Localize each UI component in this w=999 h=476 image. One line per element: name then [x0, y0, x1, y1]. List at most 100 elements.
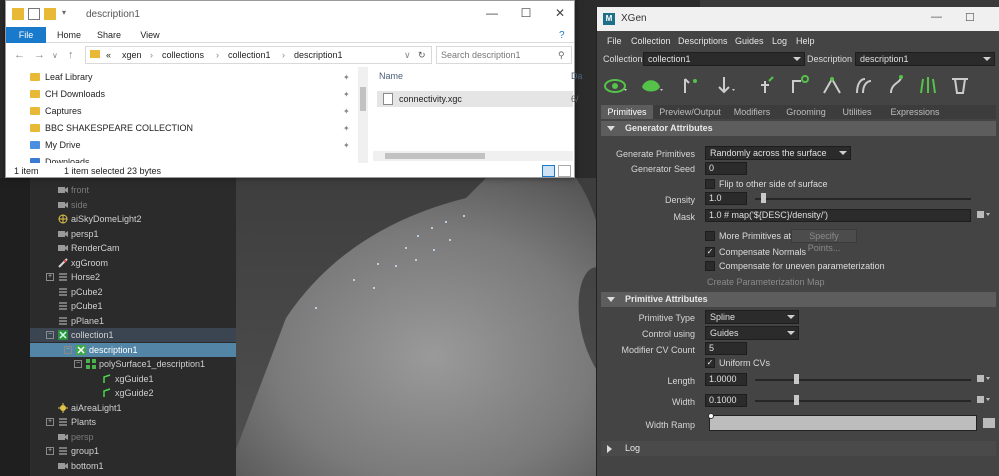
- pin-icon[interactable]: ✦: [343, 86, 350, 103]
- pin-icon[interactable]: ✦: [343, 120, 350, 137]
- grow-guides-icon[interactable]: [915, 73, 941, 99]
- outliner-item[interactable]: pPlane1: [30, 314, 236, 328]
- nav-item[interactable]: Downloads: [30, 154, 360, 163]
- outliner-item[interactable]: xgGuide2: [30, 386, 236, 400]
- modifier-cv-count-field[interactable]: 5: [705, 342, 747, 355]
- tab-grooming[interactable]: Grooming: [783, 105, 829, 119]
- outliner-item[interactable]: persp1: [30, 227, 236, 241]
- more-primitives-checkbox[interactable]: [705, 231, 715, 241]
- column-name-header[interactable]: Name: [379, 71, 403, 81]
- refresh-icon[interactable]: ↻: [418, 47, 426, 63]
- tab-preview-output[interactable]: Preview/Output: [657, 105, 723, 119]
- outliner-item[interactable]: + group1: [30, 444, 236, 458]
- menu-help[interactable]: Help: [796, 36, 815, 46]
- path-overflow[interactable]: «: [106, 47, 111, 63]
- collapse-icon[interactable]: −: [46, 331, 54, 339]
- width-field[interactable]: 0.1000: [705, 394, 747, 407]
- create-parameterization-map-button[interactable]: Create Parameterization Map: [707, 277, 825, 287]
- nav-item[interactable]: BBC SHAKESPEARE COLLECTION ✦: [30, 120, 360, 137]
- outliner-item[interactable]: front: [30, 183, 236, 197]
- width-slider-knob[interactable]: [794, 395, 799, 405]
- minimize-icon[interactable]: —: [931, 11, 942, 23]
- address-dropdown-icon[interactable]: ∨: [404, 47, 411, 63]
- outliner-item[interactable]: aiAreaLight1: [30, 401, 236, 415]
- menu-descriptions[interactable]: Descriptions: [678, 36, 728, 46]
- tab-utilities[interactable]: Utilities: [837, 105, 877, 119]
- guide-tool-icon[interactable]: [787, 73, 813, 99]
- maximize-icon[interactable]: ☐: [965, 11, 975, 24]
- properties-icon[interactable]: [28, 8, 40, 20]
- primitive-attributes-header[interactable]: Primitive Attributes: [601, 292, 996, 307]
- length-slider[interactable]: [755, 379, 971, 381]
- outliner-item[interactable]: RenderCam: [30, 241, 236, 255]
- specify-points-button[interactable]: Specify Points...: [791, 229, 857, 253]
- outliner-item[interactable]: xgGroom: [30, 256, 236, 270]
- map-options-icon[interactable]: [977, 210, 991, 220]
- primitive-type-dropdown[interactable]: Spline: [705, 310, 799, 324]
- maximize-icon[interactable]: ☐: [518, 6, 534, 20]
- expand-icon[interactable]: +: [46, 447, 54, 455]
- menu-file[interactable]: File: [607, 36, 622, 46]
- collapse-icon[interactable]: −: [74, 360, 82, 368]
- breadcrumb-description1[interactable]: description1: [294, 47, 343, 63]
- flip-side-checkbox[interactable]: [705, 179, 715, 189]
- ribbon-tab-view[interactable]: View: [138, 27, 162, 43]
- outliner-item[interactable]: + Plants: [30, 415, 236, 429]
- pin-icon[interactable]: ✦: [343, 103, 350, 120]
- generate-primitives-dropdown[interactable]: Randomly across the surface: [705, 146, 851, 160]
- expand-icon[interactable]: +: [46, 418, 54, 426]
- ribbon-tab-share[interactable]: Share: [96, 27, 122, 43]
- collapse-icon[interactable]: −: [64, 345, 72, 354]
- search-input[interactable]: Search description1: [436, 46, 572, 64]
- tab-primitives[interactable]: Primitives: [601, 105, 653, 119]
- outliner-item[interactable]: persp: [30, 430, 236, 444]
- width-ramp-widget[interactable]: [708, 413, 977, 431]
- control-using-dropdown[interactable]: Guides: [705, 326, 799, 340]
- mask-field[interactable]: 1.0 # map('${DESC}/density/'): [705, 209, 971, 222]
- file-list-hscrollbar[interactable]: [373, 151, 573, 161]
- nav-item[interactable]: Leaf Library ✦: [30, 69, 360, 86]
- outliner-item[interactable]: pCube1: [30, 299, 236, 313]
- collection-dropdown[interactable]: collection1: [643, 52, 805, 66]
- compensate-uneven-checkbox[interactable]: [705, 261, 715, 271]
- visibility-toggle-icon[interactable]: [603, 73, 629, 99]
- outliner-item[interactable]: aiSkyDomeLight2: [30, 212, 236, 226]
- outliner-item[interactable]: + Horse2: [30, 270, 236, 284]
- tab-modifiers[interactable]: Modifiers: [729, 105, 775, 119]
- forward-arrow-icon[interactable]: →: [34, 49, 45, 61]
- nav-item[interactable]: CH Downloads ✦: [30, 86, 360, 103]
- move-guides-icon[interactable]: [711, 73, 737, 99]
- comb-guides-icon[interactable]: [851, 73, 877, 99]
- details-view-icon[interactable]: [542, 165, 555, 177]
- help-icon[interactable]: ?: [559, 30, 565, 41]
- compensate-normals-checkbox[interactable]: ✓: [705, 247, 715, 257]
- recent-dropdown-icon[interactable]: ∨: [52, 51, 58, 60]
- length-field[interactable]: 1.0000: [705, 373, 747, 386]
- place-guide-icon[interactable]: [755, 73, 781, 99]
- nav-item[interactable]: Captures ✦: [30, 103, 360, 120]
- column-date-header[interactable]: Da: [571, 71, 583, 81]
- density-field[interactable]: 1.0: [705, 192, 747, 205]
- generator-seed-field[interactable]: 0: [705, 162, 747, 175]
- add-guides-icon[interactable]: [679, 73, 705, 99]
- breadcrumb-collections[interactable]: collections: [162, 47, 204, 63]
- description-dropdown[interactable]: description1: [855, 52, 995, 66]
- minimize-icon[interactable]: —: [484, 6, 500, 20]
- ramp-handle[interactable]: [708, 413, 714, 419]
- map-options-icon[interactable]: [977, 374, 991, 384]
- tab-expressions[interactable]: Expressions: [885, 105, 945, 119]
- viewport-3d[interactable]: [236, 178, 602, 476]
- expand-icon[interactable]: +: [46, 273, 54, 281]
- close-icon[interactable]: ✕: [552, 6, 568, 20]
- up-arrow-icon[interactable]: ↑: [68, 49, 74, 61]
- outliner-item[interactable]: bottom1: [30, 459, 236, 473]
- nav-item[interactable]: My Drive ✦: [30, 137, 360, 154]
- log-header[interactable]: Log: [601, 441, 996, 456]
- menu-collection[interactable]: Collection: [631, 36, 671, 46]
- length-slider-knob[interactable]: [794, 374, 799, 384]
- breadcrumb-collection1[interactable]: collection1: [228, 47, 271, 63]
- uniform-cvs-checkbox[interactable]: ✓: [705, 358, 715, 368]
- outliner-item[interactable]: − collection1: [30, 328, 236, 342]
- guide-length-icon[interactable]: [947, 73, 973, 99]
- bend-guides-icon[interactable]: [883, 73, 909, 99]
